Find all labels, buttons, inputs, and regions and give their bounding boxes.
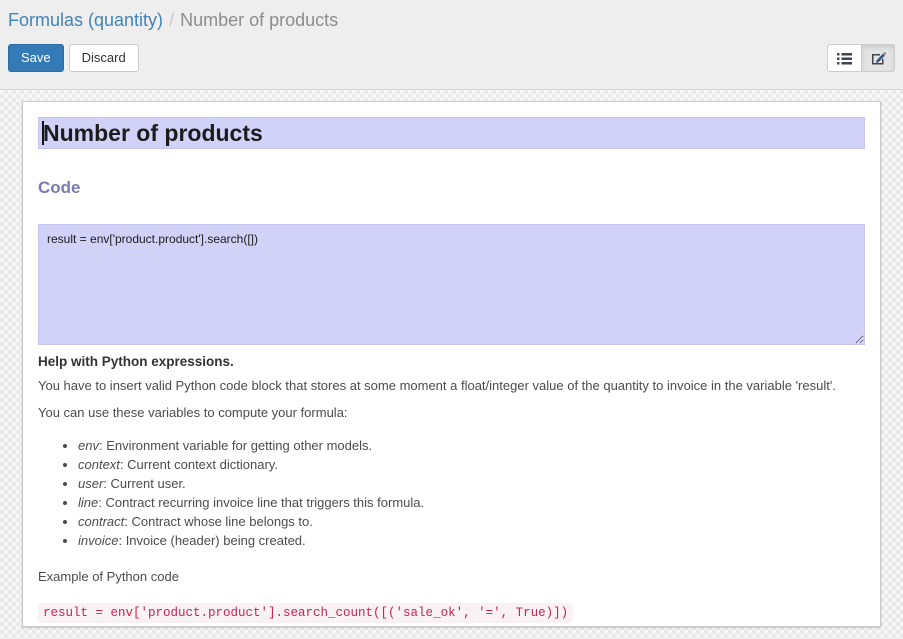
list-icon: [837, 52, 852, 65]
example-label: Example of Python code: [38, 568, 865, 587]
title-field-wrap: [38, 117, 865, 149]
variable-name: env: [78, 438, 99, 453]
variable-description: : Contract recurring invoice line that t…: [98, 495, 424, 510]
save-button[interactable]: Save: [8, 44, 64, 72]
variable-item-invoice: invoice: Invoice (header) being created.: [78, 531, 865, 550]
variable-description: : Current context dictionary.: [120, 457, 278, 472]
text-cursor: [42, 121, 44, 145]
variable-item-context: context: Current context dictionary.: [78, 455, 865, 474]
breadcrumb: Formulas (quantity)/Number of products: [8, 8, 895, 32]
variable-item-contract: contract: Contract whose line belongs to…: [78, 512, 865, 531]
record-title-input[interactable]: [38, 117, 865, 149]
help-heading: Help with Python expressions.: [38, 354, 865, 369]
view-switcher: [827, 44, 895, 72]
variable-name: context: [78, 457, 120, 472]
code-input-textarea[interactable]: result = env['product.product'].search([…: [38, 224, 865, 345]
breadcrumb-current: Number of products: [180, 10, 338, 30]
help-block: Help with Python expressions. You have t…: [38, 354, 865, 623]
variable-description: : Contract whose line belongs to.: [124, 514, 313, 529]
variable-description: : Environment variable for getting other…: [99, 438, 372, 453]
edit-pencil-icon: [871, 51, 886, 65]
form-work-area: Code result = env['product.product'].sea…: [0, 90, 903, 639]
variables-list: env: Environment variable for getting ot…: [38, 436, 865, 550]
example-code: result = env['product.product'].search_c…: [38, 603, 573, 623]
form-sheet: Code result = env['product.product'].sea…: [22, 101, 881, 627]
variable-item-env: env: Environment variable for getting ot…: [78, 436, 865, 455]
variable-name: invoice: [78, 533, 118, 548]
variable-description: : Current user.: [103, 476, 185, 491]
help-intro: You have to insert valid Python code blo…: [38, 377, 865, 396]
variable-item-line: line: Contract recurring invoice line th…: [78, 493, 865, 512]
control-panel: Formulas (quantity)/Number of products S…: [0, 0, 903, 90]
list-view-button[interactable]: [827, 44, 861, 72]
toolbar: SaveDiscard: [8, 44, 895, 72]
edit-view-button[interactable]: [861, 44, 895, 72]
discard-button[interactable]: Discard: [69, 44, 139, 72]
toolbar-left: SaveDiscard: [8, 44, 139, 72]
variable-description: : Invoice (header) being created.: [118, 533, 305, 548]
variable-name: user: [78, 476, 103, 491]
variable-name: contract: [78, 514, 124, 529]
code-section-heading: Code: [38, 178, 865, 198]
breadcrumb-separator: /: [163, 10, 180, 30]
variable-item-user: user: Current user.: [78, 474, 865, 493]
help-variables-intro: You can use these variables to compute y…: [38, 404, 865, 423]
variable-name: line: [78, 495, 98, 510]
breadcrumb-parent-link[interactable]: Formulas (quantity): [8, 10, 163, 30]
